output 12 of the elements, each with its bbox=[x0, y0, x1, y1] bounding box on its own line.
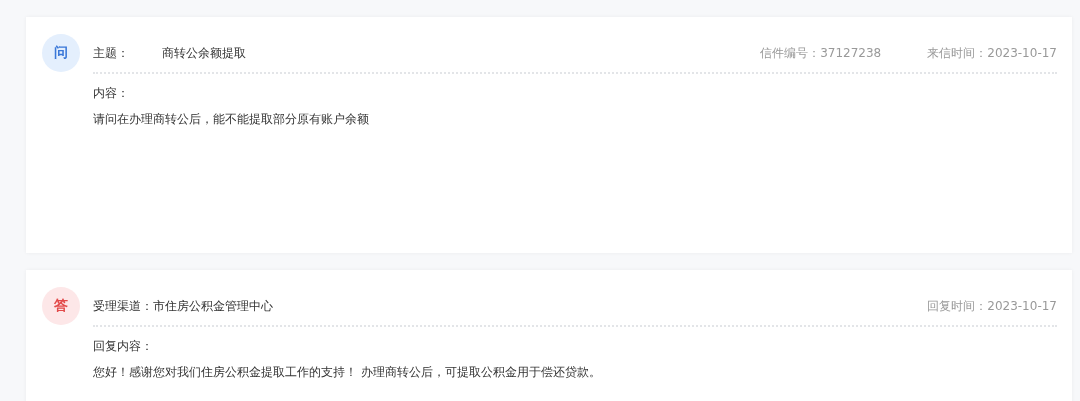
content-label: 回复内容： bbox=[93, 338, 154, 355]
field-label: 受理渠道：市住房公积金管理中心 bbox=[93, 297, 273, 315]
content-text: 请问在办理商转公后，能不能提取部分原有账户余额 bbox=[93, 111, 370, 128]
content-label: 内容： bbox=[93, 85, 130, 102]
question-badge: 问 bbox=[42, 34, 80, 72]
meta-text: 回复时间：2023-10-17 bbox=[927, 297, 1057, 315]
meta-text: 信件编号：37127238 bbox=[760, 44, 882, 62]
answer-badge: 答 bbox=[42, 287, 80, 325]
meta-text: 来信时间：2023-10-17 bbox=[927, 44, 1057, 62]
field-label: 主题： bbox=[93, 44, 129, 62]
content-text: 您好！感谢您对我们住房公积金提取工作的支持！ 办理商转公后，可提取公积金用于偿还贷款。 bbox=[93, 364, 602, 381]
subject-text: 商转公余额提取 bbox=[162, 44, 246, 62]
